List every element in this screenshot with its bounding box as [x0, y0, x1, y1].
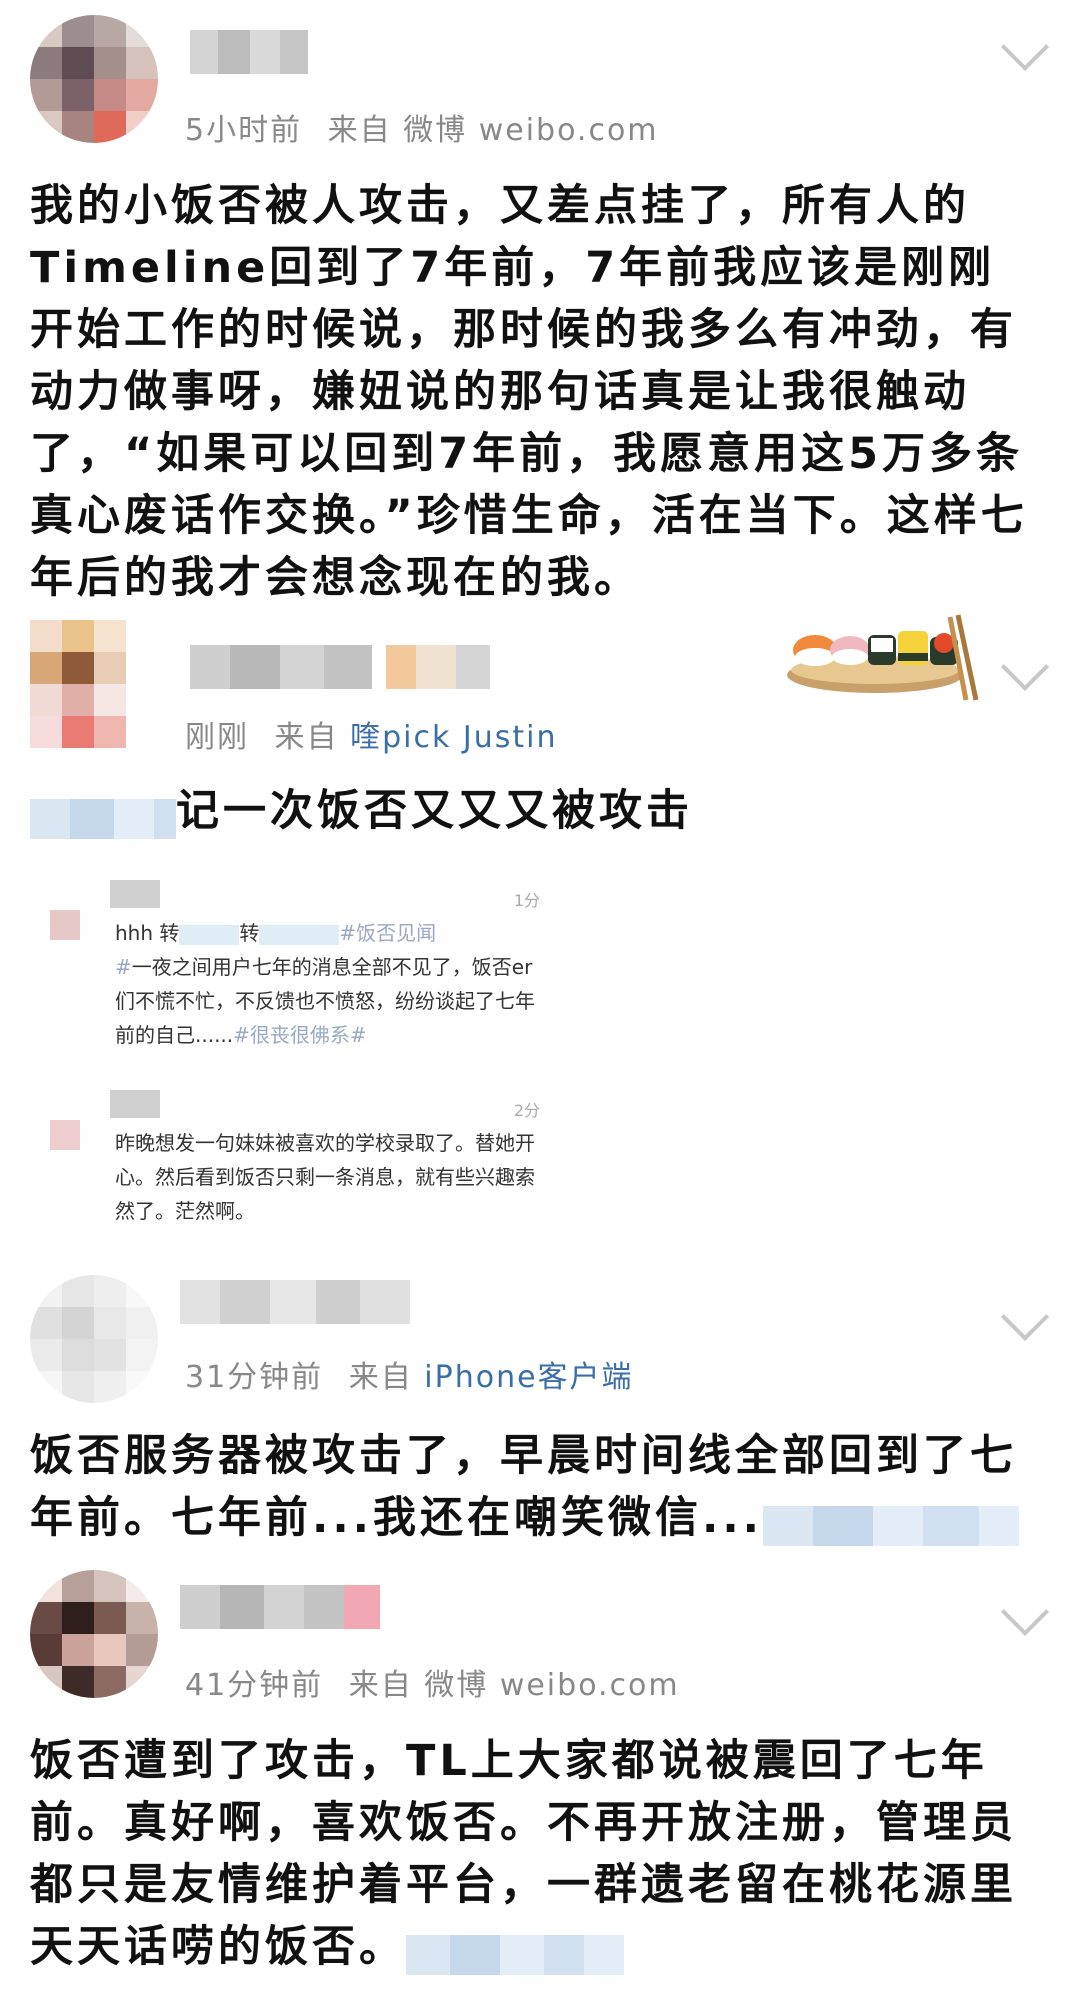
embed-username	[110, 1090, 160, 1118]
mention-blur[interactable]	[763, 1501, 1020, 1546]
post-meta: 41分钟前 来自 微博 weibo.com	[185, 1660, 680, 1704]
post-time: 刚刚	[185, 720, 249, 755]
sushi-sticker	[787, 614, 979, 701]
post-text-content: 记一次饭否又又又被攻击	[176, 786, 693, 836]
embed-item: 1分 hhh 转转 #饭否见闻 #一夜之间用户七年的消息全部不见了，饭否er们不慌…	[50, 870, 550, 1080]
post-text: 饭否服务器被攻击了，早晨时间线全部回到了七年前。七年前...我还在嘲笑微信...	[30, 1425, 1040, 1549]
embedded-screenshot: 1分 hhh 转转 #饭否见闻 #一夜之间用户七年的消息全部不见了，饭否er们不慌…	[50, 870, 550, 1290]
post-source[interactable]: iPhone客户端	[424, 1360, 633, 1395]
avatar[interactable]	[30, 15, 158, 143]
chevron-down-icon[interactable]	[1000, 1587, 1050, 1637]
embed-line: 转	[239, 921, 260, 945]
chevron-down-icon[interactable]	[1000, 22, 1050, 72]
embed-time: 1分	[513, 891, 540, 910]
avatar[interactable]	[30, 1570, 158, 1698]
post-text: 记一次饭否又又又被攻击	[30, 780, 1040, 842]
post-2: 刚刚 来自 喹pick Justin 记一次饭否又又又被攻击 1分 hhh 转 转…	[0, 600, 1080, 1260]
embed-time: 2分	[513, 1101, 540, 1120]
username[interactable]	[180, 1585, 380, 1629]
blur	[259, 924, 340, 945]
post-source[interactable]: 喹pick Justin	[350, 720, 557, 755]
embed-avatar	[50, 910, 80, 940]
post-text: 我的小饭否被人攻击，又差点挂了，所有人的Timeline回到了7年前，7年前我应…	[30, 181, 1028, 603]
post-3: 31分钟前 来自 iPhone客户端 饭否服务器被攻击了，早晨时间线全部回到了七…	[0, 1260, 1080, 1560]
avatar[interactable]	[30, 620, 158, 748]
mention-blur[interactable]	[30, 794, 176, 839]
post-source[interactable]: 微博 weibo.com	[424, 1668, 679, 1703]
post-time: 31分钟前	[185, 1360, 324, 1395]
post-meta: 刚刚 来自 喹pick Justin	[185, 712, 557, 756]
from-label: 来自	[348, 1360, 413, 1395]
embed-item: 2分 昨晚想发一句妹妹被喜欢的学校录取了。替她开心。然后看到饭否只剩一条消息，就…	[50, 1080, 550, 1290]
post-meta: 5小时前 来自 微博 weibo.com	[185, 105, 659, 149]
post-text: 饭否遭到了攻击，TL上大家都说被震回了七年前。真好啊，喜欢饭否。不再开放注册，管…	[30, 1730, 1040, 1978]
hashtag: #饭否见闻	[339, 921, 437, 945]
post-4: 41分钟前 来自 微博 weibo.com 饭否遭到了攻击，TL上大家都说被震回…	[0, 1560, 1080, 1988]
chevron-down-icon[interactable]	[1000, 1292, 1050, 1342]
chevron-down-icon[interactable]	[1000, 642, 1050, 692]
post-meta: 31分钟前 来自 iPhone客户端	[185, 1352, 634, 1396]
embed-username	[110, 880, 160, 908]
username[interactable]	[190, 30, 308, 74]
post-time: 5小时前	[185, 113, 303, 148]
avatar[interactable]	[30, 1275, 158, 1403]
blur	[179, 924, 240, 945]
from-label: 来自	[348, 1668, 413, 1703]
embed-text: hhh 转转 #饭否见闻 #一夜之间用户七年的消息全部不见了，饭否er们不慌不忙，…	[115, 916, 535, 1052]
post-time: 41分钟前	[185, 1668, 324, 1703]
mention-blur[interactable]	[406, 1930, 624, 1975]
from-label: 来自	[327, 113, 392, 148]
embed-text: 昨晚想发一句妹妹被喜欢的学校录取了。替她开心。然后看到饭否只剩一条消息，就有些兴…	[115, 1131, 535, 1223]
embed-line: hhh 转	[115, 921, 180, 945]
post-source[interactable]: 微博 weibo.com	[403, 113, 658, 148]
post-1: 5小时前 来自 微博 weibo.com 我的小饭否被人攻击，又差点挂了，所有人…	[0, 0, 1080, 603]
username[interactable]	[190, 645, 490, 689]
hashtag: #很丧很佛系#	[233, 1023, 367, 1047]
from-label: 来自	[274, 720, 339, 755]
embed-avatar	[50, 1120, 80, 1150]
username[interactable]	[180, 1280, 410, 1324]
hashtag: #	[115, 955, 132, 979]
